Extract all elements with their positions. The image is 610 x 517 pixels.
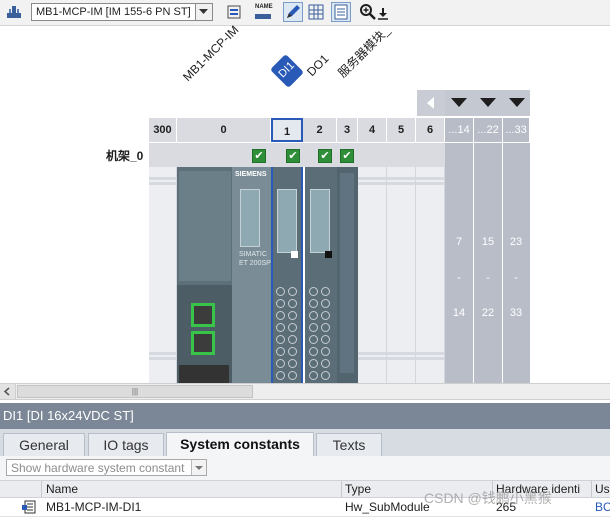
scroll-thumb[interactable]: ||| bbox=[17, 385, 253, 398]
slot-0-check-icon[interactable]: ✔ bbox=[252, 149, 266, 163]
pen-edit-icon[interactable] bbox=[283, 2, 303, 22]
device-view-toolbar: MB1-MCP-IM [IM 155-6 PN ST] NAME bbox=[0, 0, 610, 26]
row-name: MB1-MCP-IM-DI1 bbox=[46, 500, 142, 514]
slot-header-0[interactable]: 0 bbox=[177, 118, 271, 142]
download-arrow-icon[interactable] bbox=[376, 2, 390, 22]
ext3-from: 23 bbox=[509, 236, 523, 248]
slot-header-6[interactable]: 6 bbox=[416, 118, 445, 142]
row-use: BO bbox=[595, 500, 610, 514]
interface-module[interactable]: SIEMENS SIMATIC ET 200SP bbox=[177, 167, 271, 383]
ext2-from: 15 bbox=[481, 236, 495, 248]
show-io-address-icon[interactable] bbox=[224, 2, 244, 22]
slot-header-300[interactable]: 300 bbox=[149, 118, 177, 142]
ext2-dash: - bbox=[486, 272, 490, 284]
expand-slot-22-icon[interactable] bbox=[480, 98, 496, 107]
ext1-from: 7 bbox=[455, 236, 463, 248]
slot3-module-label: 服务器模块_ bbox=[335, 23, 393, 81]
slot-header-3[interactable]: 3 bbox=[337, 118, 358, 142]
selected-module-badge[interactable]: DI1 bbox=[270, 54, 304, 88]
inspector-title: DI1 [DI 16x24VDC ST] bbox=[0, 403, 610, 429]
ethernet-port-1-icon[interactable] bbox=[191, 303, 215, 327]
slot-header-2[interactable]: 2 bbox=[303, 118, 337, 142]
scroll-left-icon[interactable] bbox=[0, 384, 16, 399]
chevron-down-icon[interactable] bbox=[191, 460, 206, 475]
inspector-tabs: General IO tags System constants Texts bbox=[0, 429, 610, 456]
header-use[interactable]: Use bbox=[595, 482, 610, 496]
do1-status-led-icon bbox=[325, 251, 332, 258]
row-type: Hw_SubModule bbox=[345, 500, 430, 514]
name-icon-text: NAME bbox=[255, 4, 273, 10]
ext1-to: 14 bbox=[452, 307, 466, 319]
slot-header-1[interactable]: 1 bbox=[271, 118, 303, 142]
interface-connector bbox=[240, 189, 260, 247]
slot-5-area[interactable] bbox=[387, 167, 416, 383]
slot-3-check-icon[interactable]: ✔ bbox=[340, 149, 354, 163]
device-name-label: MB1-MCP-IM bbox=[180, 22, 242, 84]
di1-status-led-icon bbox=[291, 251, 298, 258]
collapse-left-button[interactable] bbox=[417, 90, 445, 116]
vendor-logo-text: SIEMENS bbox=[235, 171, 267, 178]
slot-header-33[interactable]: ...33 bbox=[503, 118, 530, 142]
ext3-dash: - bbox=[514, 272, 518, 284]
tab-general[interactable]: General bbox=[3, 433, 85, 456]
slot-300-area[interactable] bbox=[149, 167, 177, 383]
watermark: CSDN @钱鹏小黑猴 bbox=[424, 490, 552, 506]
slot2-module-label: DO1 bbox=[304, 51, 332, 79]
slot-header-14[interactable]: ...14 bbox=[445, 118, 474, 142]
slot-4-area[interactable] bbox=[358, 167, 387, 383]
expand-slot-33-icon[interactable] bbox=[509, 98, 525, 107]
tab-texts[interactable]: Texts bbox=[316, 433, 382, 456]
slot-header-4[interactable]: 4 bbox=[358, 118, 387, 142]
slot-header-5[interactable]: 5 bbox=[387, 118, 416, 142]
ext1-dash: - bbox=[457, 272, 461, 284]
tab-system-constants[interactable]: System constants bbox=[166, 432, 314, 456]
ext2-to: 22 bbox=[481, 307, 495, 319]
rack-label: 机架_0 bbox=[106, 149, 144, 163]
constants-filter-value: Show hardware system constant bbox=[11, 461, 185, 475]
network-topology-icon[interactable] bbox=[4, 2, 24, 22]
constant-item-icon bbox=[21, 500, 37, 514]
grid-view-icon[interactable] bbox=[306, 2, 326, 22]
ext3-to: 33 bbox=[509, 307, 523, 319]
chevron-down-icon[interactable] bbox=[195, 4, 212, 20]
collapsed-slots-area bbox=[445, 143, 530, 383]
horizontal-scrollbar[interactable]: ||| bbox=[0, 383, 610, 400]
show-module-name-icon[interactable]: NAME bbox=[253, 2, 273, 22]
selected-module-badge-label: DI1 bbox=[276, 59, 297, 81]
server-module[interactable] bbox=[337, 167, 358, 383]
table-view-icon[interactable] bbox=[331, 2, 351, 22]
do1-module[interactable] bbox=[305, 167, 337, 383]
constants-filter-select[interactable]: Show hardware system constant bbox=[6, 459, 207, 476]
do1-terminal-block bbox=[310, 189, 330, 253]
di1-module[interactable] bbox=[271, 167, 303, 383]
device-select[interactable]: MB1-MCP-IM [IM 155-6 PN ST] bbox=[31, 3, 213, 21]
expand-slot-14-icon[interactable] bbox=[451, 98, 467, 107]
device-select-value: MB1-MCP-IM [IM 155-6 PN ST] bbox=[36, 6, 191, 18]
slot-6-area[interactable] bbox=[416, 167, 445, 383]
tab-io-tags[interactable]: IO tags bbox=[88, 433, 164, 456]
di1-terminal-block bbox=[277, 189, 297, 253]
brand-line-1: SIMATIC bbox=[239, 251, 267, 258]
do1-terminals bbox=[309, 287, 330, 380]
zoom-in-icon[interactable] bbox=[358, 2, 378, 22]
slot-2-check-icon[interactable]: ✔ bbox=[318, 149, 332, 163]
header-name[interactable]: Name bbox=[46, 482, 78, 496]
slot-header-22[interactable]: ...22 bbox=[474, 118, 503, 142]
brand-line-2: ET 200SP bbox=[239, 260, 271, 267]
ethernet-port-2-icon[interactable] bbox=[191, 331, 215, 355]
header-type[interactable]: Type bbox=[345, 482, 371, 496]
di1-terminals bbox=[276, 287, 297, 380]
slot-1-check-icon[interactable]: ✔ bbox=[286, 149, 300, 163]
